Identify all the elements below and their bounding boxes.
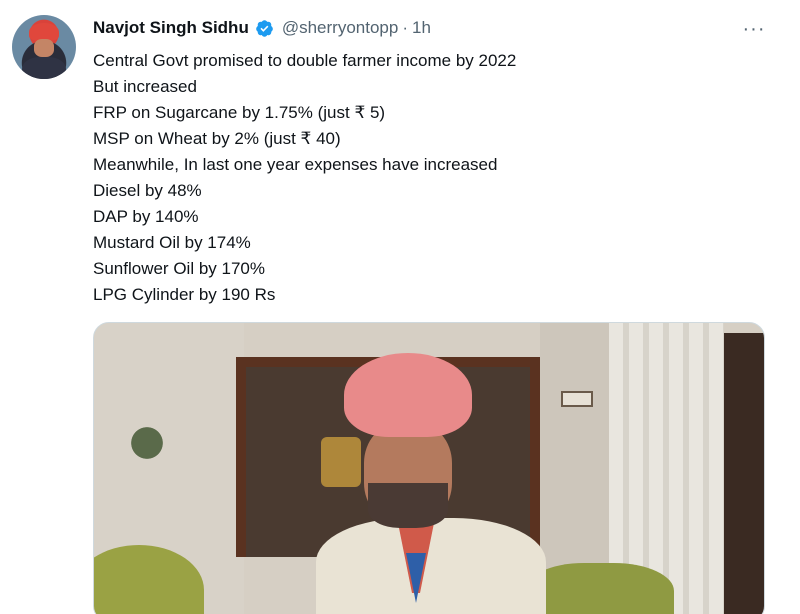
timestamp[interactable]: 1h bbox=[412, 17, 431, 39]
sofa bbox=[524, 563, 674, 614]
tweet-line: MSP on Wheat by 2% (just ₹ 40) bbox=[93, 129, 341, 148]
tweet-line: FRP on Sugarcane by 1.75% (just ₹ 5) bbox=[93, 103, 386, 122]
tweet-text: Central Govt promised to double farmer i… bbox=[93, 48, 516, 308]
tweet-line: Sunflower Oil by 170% bbox=[93, 259, 265, 278]
tweet-header: Navjot Singh Sidhu @sherryontopp · 1h bbox=[93, 17, 431, 39]
avatar-shirt bbox=[22, 57, 66, 79]
video-frame bbox=[94, 323, 764, 614]
speaker-turban bbox=[344, 353, 472, 437]
tweet-line: But increased bbox=[93, 77, 197, 96]
tweet-line: Mustard Oil by 174% bbox=[93, 233, 251, 252]
separator-dot: · bbox=[402, 18, 409, 37]
verified-badge-icon bbox=[256, 19, 273, 37]
author-handle[interactable]: @sherryontopp bbox=[282, 17, 399, 39]
author-name[interactable]: Navjot Singh Sidhu bbox=[93, 17, 249, 39]
tweet-line: Central Govt promised to double farmer i… bbox=[93, 51, 517, 70]
tweet-line: LPG Cylinder by 190 Rs bbox=[93, 285, 276, 304]
tweet-line: Diesel by 48% bbox=[93, 181, 202, 200]
window bbox=[724, 333, 764, 614]
speaker bbox=[316, 353, 546, 614]
tweet-line: Meanwhile, In last one year expenses hav… bbox=[93, 155, 498, 174]
video-media[interactable] bbox=[93, 322, 765, 614]
avatar-face bbox=[34, 39, 54, 57]
speaker-beard bbox=[368, 483, 448, 528]
more-options-icon[interactable]: ··· bbox=[742, 17, 766, 41]
tweet-line: DAP by 140% bbox=[93, 207, 199, 226]
tweet-card[interactable]: Navjot Singh Sidhu @sherryontopp · 1h ··… bbox=[0, 0, 800, 614]
avatar[interactable] bbox=[12, 15, 76, 79]
wall-sign bbox=[561, 391, 593, 407]
plant bbox=[122, 413, 172, 473]
